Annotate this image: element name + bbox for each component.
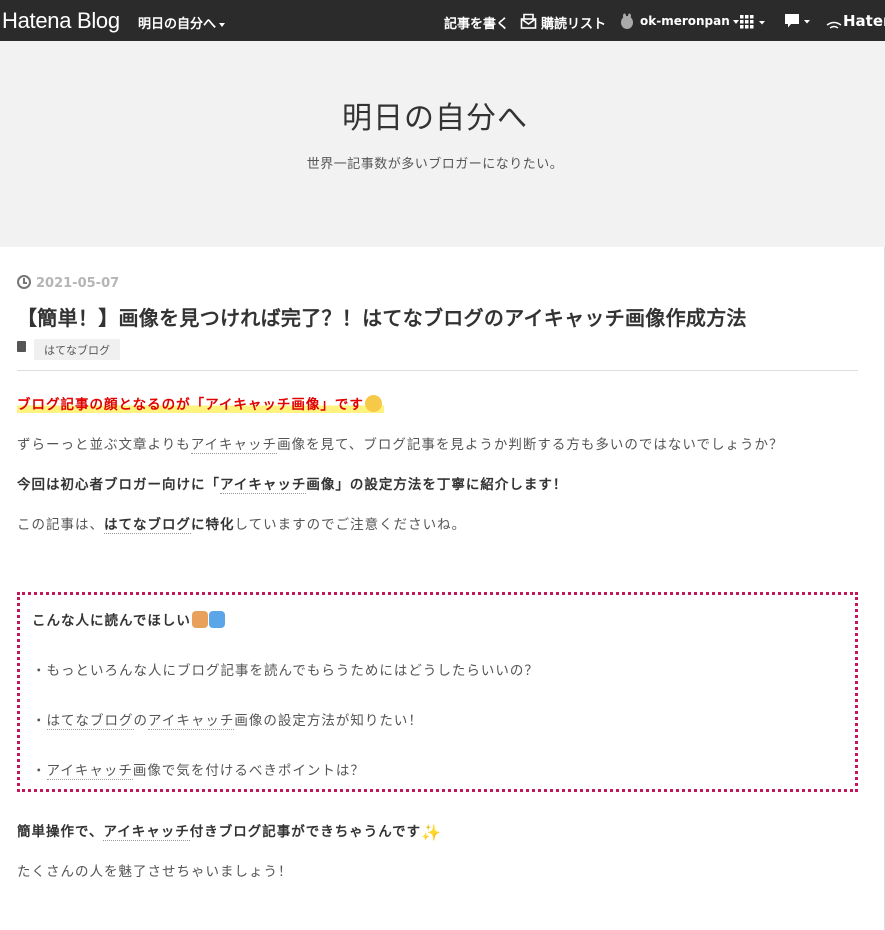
chevron-down-icon	[732, 19, 739, 24]
target-reader-box: こんな人に読んでほしい ・もっといろんな人にブログ記事を読んでもらうためにはどう…	[17, 592, 858, 792]
keyword-link[interactable]: アイキャッチ	[148, 713, 235, 730]
sparkles-icon: ✨	[421, 823, 443, 842]
lead-text: ブログ記事の顔となるのが「アイキャッチ画像」です	[17, 393, 384, 413]
text: 画像の設定方法が知りたい！	[234, 713, 423, 729]
hatena-blog-logo[interactable]: Hatena Blog	[2, 8, 120, 34]
text: 簡単操作で、	[17, 824, 104, 840]
blog-header: 明日の自分へ 世界一記事数が多いブロガーになりたい。	[0, 41, 885, 247]
user-avatar-icon	[620, 13, 634, 33]
text: ・	[32, 713, 47, 729]
text: 今回は初心者ブロガー向けに「	[17, 477, 220, 493]
apps-grid-icon[interactable]	[740, 14, 766, 33]
lead-text-content: ブログ記事の顔となるのが「アイキャッチ画像」です	[17, 397, 364, 413]
text: 画像を見て、ブログ記事を見ようか判断する方も多いのではないでしょうか？	[277, 437, 784, 453]
notification-icon[interactable]	[785, 14, 811, 33]
text: ずらーっと並ぶ文章よりも	[17, 437, 191, 453]
box-item: ・もっといろんな人にブログ記事を読んでもらうためにはどうしたらいいの？	[32, 663, 539, 679]
paragraph-3: この記事は、はてなブログに特化していますのでご注意くださいね。	[17, 513, 467, 534]
keyword-link[interactable]: はてなブログ	[104, 517, 191, 534]
clock-icon	[17, 275, 31, 289]
chevron-down-icon	[219, 22, 226, 27]
person-raising-hand-icon	[191, 611, 208, 628]
keyword-link[interactable]: アイキャッチ	[220, 477, 307, 494]
global-header: Hatena Blog 明日の自分へ 記事を書く 購読リスト ok-meronp…	[0, 0, 885, 41]
paragraph-5: たくさんの人を魅了させちゃいましょう！	[17, 864, 293, 880]
reading-list-icon	[520, 13, 537, 33]
keyword-link[interactable]: アイキャッチ	[46, 763, 133, 780]
hatena-wifi-icon	[826, 16, 842, 35]
text: こんな人に読んでほしい	[32, 613, 191, 629]
text: 画像で気を付けるべきポイントは？	[132, 763, 365, 779]
entry-date[interactable]: 2021-05-07	[17, 275, 119, 291]
hatena-brand-link[interactable]: Hater	[843, 12, 885, 30]
text: 画像」の設定方法を丁寧に紹介します！	[306, 477, 568, 493]
person-raising-hand-icon	[208, 611, 225, 628]
box-item: ・アイキャッチ画像で気を付けるべきポイントは？	[32, 759, 365, 780]
folder-icon	[17, 341, 26, 352]
text: の	[133, 713, 148, 729]
box-item: ・はてなブログのアイキャッチ画像の設定方法が知りたい！	[32, 709, 423, 730]
entry-title[interactable]: 【簡単！】画像を見つければ完了？！はてなブログのアイキャッチ画像作成方法	[17, 302, 747, 331]
reading-list-link[interactable]: 購読リスト	[541, 13, 606, 32]
smile-emoji-icon	[364, 395, 382, 412]
keyword-link[interactable]: はてなブログ	[46, 713, 134, 730]
text: 付きブログ記事ができちゃうんです	[189, 824, 422, 840]
keyword-link[interactable]: アイキャッチ	[190, 437, 278, 454]
blog-title[interactable]: 明日の自分へ	[0, 93, 870, 137]
user-menu[interactable]: ok-meronpan	[640, 14, 739, 28]
write-entry-link[interactable]: 記事を書く	[444, 13, 509, 32]
text: していますのでご注意くださいね。	[234, 517, 467, 533]
box-title: こんな人に読んでほしい	[32, 609, 225, 629]
blog-description: 世界一記事数が多いブロガーになりたい。	[306, 157, 564, 172]
text: ・	[32, 763, 47, 779]
blog-switcher-label: 明日の自分へ	[138, 17, 217, 32]
keyword-link[interactable]: アイキャッチ	[103, 824, 190, 841]
paragraph-4: 簡単操作で、アイキャッチ付きブログ記事ができちゃうんです✨	[17, 820, 442, 842]
category-tag[interactable]: はてなブログ	[34, 339, 120, 360]
divider	[17, 370, 858, 371]
paragraph-1: ずらーっと並ぶ文章よりもアイキャッチ画像を見て、ブログ記事を見ようか判断する方も…	[17, 433, 784, 454]
user-name: ok-meronpan	[640, 14, 730, 28]
entry-date-text: 2021-05-07	[36, 276, 120, 291]
text: に特化	[191, 517, 235, 533]
paragraph-2: 今回は初心者ブロガー向けに「アイキャッチ画像」の設定方法を丁寧に紹介します！	[17, 473, 568, 494]
text: この記事は、	[17, 517, 104, 533]
blog-switcher[interactable]: 明日の自分へ	[138, 13, 226, 32]
